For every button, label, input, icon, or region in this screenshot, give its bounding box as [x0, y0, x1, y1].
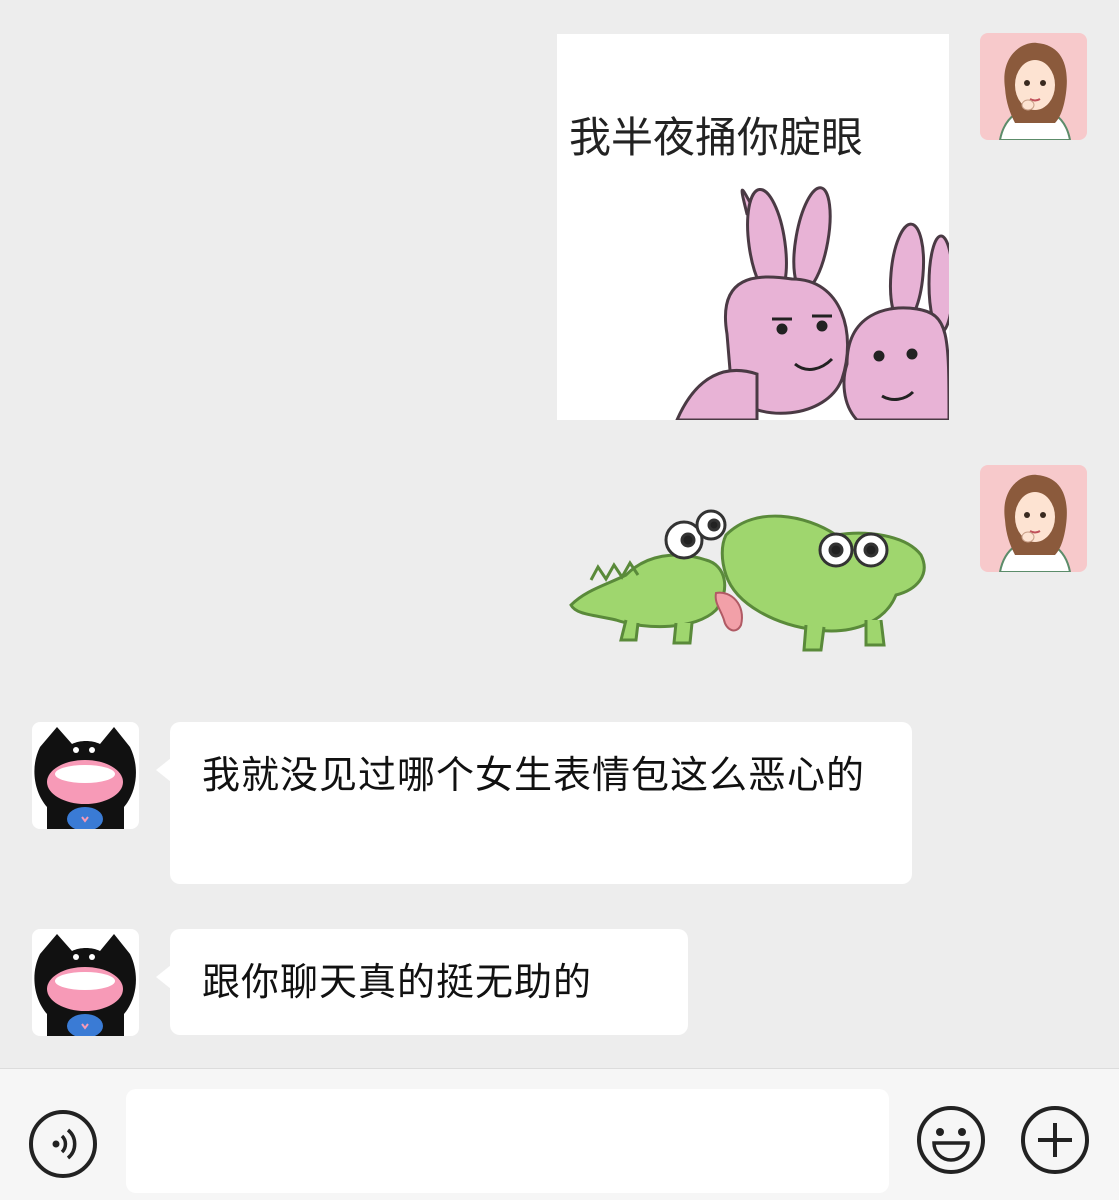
message-input[interactable]	[126, 1089, 889, 1193]
sticker-caption: 我半夜捅你腚眼	[569, 114, 863, 161]
self-avatar[interactable]	[980, 33, 1087, 140]
plus-icon[interactable]	[1020, 1105, 1090, 1175]
emoji-icon[interactable]	[916, 1105, 986, 1175]
message-text: 跟你聊天真的挺无助的	[202, 960, 593, 1004]
self-avatar[interactable]	[980, 465, 1087, 572]
message-bubble[interactable]: 我就没见过哪个女生表情包这么恶心的	[156, 722, 912, 884]
input-bar	[0, 1068, 1119, 1200]
message-bubble[interactable]: 跟你聊天真的挺无助的	[156, 929, 688, 1035]
voice-icon[interactable]	[28, 1109, 98, 1179]
message-text: 我就没见过哪个女生表情包这么恶心的	[202, 753, 866, 797]
contact-avatar[interactable]	[32, 722, 139, 829]
pink-rabbits-sticker[interactable]: 我半夜捅你腚眼	[557, 34, 949, 420]
contact-avatar[interactable]	[32, 929, 139, 1036]
green-crocodiles-sticker[interactable]	[566, 495, 936, 660]
chat-area[interactable]: 我半夜捅你腚眼 我就没见过哪个女生表情包这么恶心的 跟你聊天真的挺无助的	[0, 0, 1119, 1068]
